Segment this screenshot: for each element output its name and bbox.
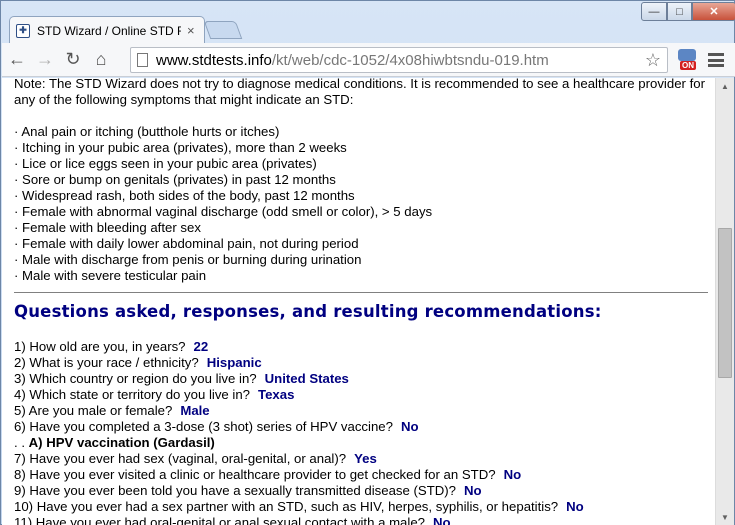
answer-text: No (400, 419, 419, 434)
question-text: 6) Have you completed a 3-dose (3 shot) … (14, 419, 393, 434)
tab-title: STD Wizard / Online STD F (37, 23, 181, 38)
symptom-item: · Sore or bump on genitals (privates) in… (14, 172, 336, 187)
question-row: 5) Are you male or female? Male (14, 403, 708, 419)
recommendation-prefix: . . (14, 435, 29, 450)
url-host: www.stdtests.info (156, 51, 272, 69)
browser-window: ✚ STD Wizard / Online STD F × — □ ✕ ← → … (0, 0, 735, 525)
window-controls: — □ ✕ (641, 2, 735, 21)
browser-toolbar: ← → ↻ ⌂ www.stdtests.info/kt/web/cdc-105… (2, 43, 735, 77)
question-text: 11) Have you ever had oral-genital or an… (14, 515, 425, 525)
page-icon (137, 53, 148, 67)
answer-text: No (503, 467, 522, 482)
symptom-item: · Widespread rash, both sides of the bod… (14, 188, 355, 203)
tab-strip: ✚ STD Wizard / Online STD F × — □ ✕ (1, 1, 735, 44)
symptom-item: · Female with daily lower abdominal pain… (14, 236, 359, 251)
symptom-item: · Male with discharge from penis or burn… (14, 252, 362, 267)
scrollbar-thumb[interactable] (718, 228, 732, 378)
scroll-down-arrow-icon[interactable]: ▼ (716, 509, 734, 525)
extension-on-badge: ON (680, 61, 696, 70)
question-row: 3) Which country or region do you live i… (14, 371, 708, 387)
back-button[interactable]: ← (4, 47, 30, 73)
answer-text: Hispanic (206, 355, 262, 370)
question-row: 6) Have you completed a 3-dose (3 shot) … (14, 419, 708, 435)
menu-bar-icon (708, 64, 724, 67)
answer-text: Male (180, 403, 210, 418)
url-text: www.stdtests.info/kt/web/cdc-1052/4x08hi… (156, 52, 549, 69)
disclaimer-note: Note: The STD Wizard does not try to dia… (14, 78, 705, 107)
tab-close-icon[interactable]: × (187, 23, 195, 38)
question-text: 1) How old are you, in years? (14, 339, 186, 354)
symptom-item: · Itching in your pubic area (privates),… (14, 140, 347, 155)
question-text: 5) Are you male or female? (14, 403, 173, 418)
browser-menu-button[interactable] (706, 50, 726, 70)
question-row: 2) What is your race / ethnicity? Hispani… (14, 355, 708, 371)
question-row: 9) Have you ever been told you have a se… (14, 483, 708, 499)
question-text: 4) Which state or territory do you live … (14, 387, 251, 402)
qa-list: 1) How old are you, in years? 22 2) What i… (14, 339, 708, 525)
answer-text: Texas (258, 387, 295, 402)
close-window-button[interactable]: ✕ (692, 2, 735, 21)
symptom-item: · Female with abnormal vaginal discharge… (14, 204, 433, 219)
question-text: 10) Have you ever had a sex partner with… (14, 499, 559, 514)
menu-bar-icon (708, 53, 724, 56)
reload-button[interactable]: ↻ (60, 47, 86, 73)
forward-button[interactable]: → (32, 47, 58, 73)
scroll-up-arrow-icon[interactable]: ▲ (716, 78, 734, 94)
answer-text: 22 (193, 339, 209, 354)
bookmark-star-icon[interactable]: ☆ (645, 50, 661, 71)
section-heading: Questions asked, responses, and resultin… (14, 302, 602, 321)
question-text: 8) Have you ever visited a clinic or hea… (14, 467, 496, 482)
question-row: 1) How old are you, in years? 22 (14, 339, 708, 355)
answer-text: No (566, 499, 584, 514)
menu-bar-icon (708, 58, 724, 62)
question-text: 2) What is your race / ethnicity? (14, 355, 199, 370)
question-text: 7) Have you ever had sex (vaginal, oral-… (14, 451, 347, 466)
question-row: 4) Which state or territory do you live … (14, 387, 708, 403)
symptom-item: · Lice or lice eggs seen in your pubic a… (14, 156, 317, 171)
recommendation-text: A) HPV vaccination (Gardasil) (28, 435, 215, 450)
address-bar[interactable]: www.stdtests.info/kt/web/cdc-1052/4x08hi… (130, 47, 668, 73)
symptom-item: · Male with severe testicular pain (14, 268, 207, 283)
symptom-item: · Female with bleeding after sex (14, 220, 201, 235)
minimize-button[interactable]: — (641, 2, 667, 21)
symptom-list: · Anal pain or itching (butthole hurts o… (14, 124, 708, 284)
question-text: 3) Which country or region do you live i… (14, 371, 257, 386)
site-favicon-icon: ✚ (16, 23, 30, 38)
url-path: /kt/web/cdc-1052/4x08hiwbtsndu-019.htm (271, 51, 549, 69)
question-row: 7) Have you ever had sex (vaginal, oral-… (14, 451, 708, 467)
maximize-button[interactable]: □ (667, 2, 692, 21)
question-row: 10) Have you ever had a sex partner with… (14, 499, 708, 515)
tab-std-wizard[interactable]: ✚ STD Wizard / Online STD F × (9, 16, 205, 44)
recommendation-row: . . A) HPV vaccination (Gardasil) (14, 435, 708, 451)
answer-text: No (464, 483, 482, 498)
answer-text: No (433, 515, 451, 525)
answer-text: United States (264, 371, 349, 386)
extension-button[interactable]: ON (674, 47, 700, 73)
answer-text: Yes (354, 451, 377, 466)
symptom-item: · Anal pain or itching (butthole hurts o… (14, 124, 280, 139)
question-row: 11) Have you ever had oral-genital or an… (14, 515, 708, 525)
new-tab-button[interactable] (203, 21, 243, 39)
divider (14, 292, 708, 293)
page-content: Note: The STD Wizard does not try to dia… (2, 78, 715, 525)
question-text: 9) Have you ever been told you have a se… (14, 483, 457, 498)
extension-icon (678, 49, 696, 61)
question-row: 8) Have you ever visited a clinic or hea… (14, 467, 708, 483)
vertical-scrollbar[interactable]: ▲ ▼ (715, 78, 734, 525)
home-button[interactable]: ⌂ (88, 47, 114, 73)
